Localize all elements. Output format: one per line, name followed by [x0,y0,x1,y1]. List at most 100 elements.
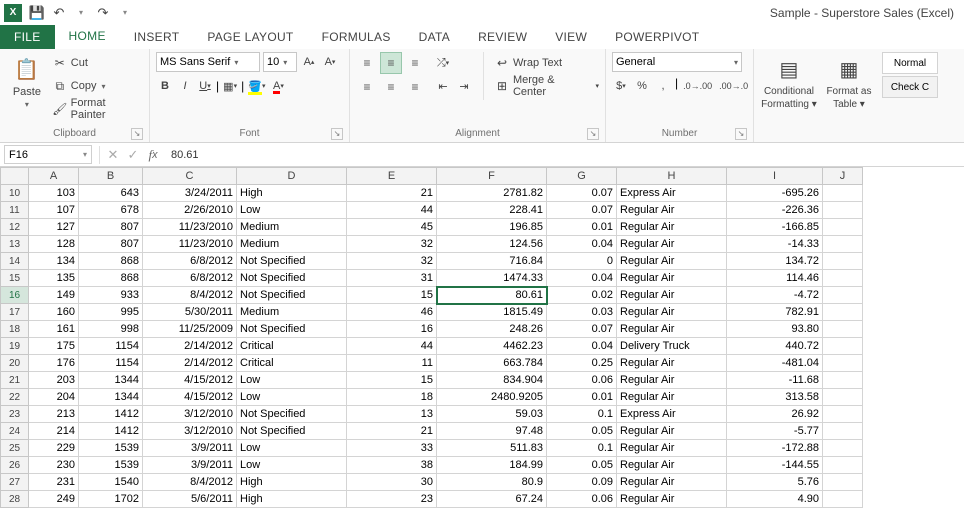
row-header[interactable]: 28 [1,491,29,508]
row-header[interactable]: 21 [1,372,29,389]
cell[interactable]: 0.09 [547,474,617,491]
accounting-format-button[interactable]: $▾ [612,76,630,96]
cell[interactable]: 21 [347,423,437,440]
col-header-i[interactable]: I [727,168,823,185]
cell[interactable]: Medium [237,219,347,236]
cell[interactable]: 11/23/2010 [143,236,237,253]
cell[interactable] [823,185,863,202]
row-header[interactable]: 24 [1,423,29,440]
cell[interactable]: Not Specified [237,287,347,304]
row-header[interactable]: 14 [1,253,29,270]
cell[interactable]: 11 [347,355,437,372]
align-middle-button[interactable]: ≡ [380,52,402,74]
conditional-formatting-button[interactable]: ▤ Conditional Formatting ▾ [760,52,818,110]
cell[interactable]: 176 [29,355,79,372]
cell[interactable]: 128 [29,236,79,253]
row-header[interactable]: 20 [1,355,29,372]
cell[interactable]: Regular Air [617,372,727,389]
cell[interactable]: Regular Air [617,423,727,440]
cell[interactable]: -144.55 [727,457,823,474]
cell[interactable]: 1154 [79,355,143,372]
cell[interactable]: Critical [237,338,347,355]
cell[interactable] [823,236,863,253]
cell[interactable]: Not Specified [237,270,347,287]
cell[interactable]: 13 [347,406,437,423]
cell[interactable]: 33 [347,440,437,457]
cell[interactable]: 1702 [79,491,143,508]
qat-undo-button[interactable]: ↶ [49,3,69,23]
fill-color-button[interactable]: 🪣▾ [246,76,267,96]
cell[interactable]: 0.01 [547,219,617,236]
row-header[interactable]: 22 [1,389,29,406]
cell[interactable]: 80.61 [437,287,547,304]
col-header-a[interactable]: A [29,168,79,185]
cell[interactable] [823,406,863,423]
cell[interactable]: 80.9 [437,474,547,491]
cell[interactable]: 230 [29,457,79,474]
align-right-button[interactable]: ≡ [404,76,426,98]
row-header[interactable]: 12 [1,219,29,236]
cell[interactable]: 995 [79,304,143,321]
cell[interactable]: 782.91 [727,304,823,321]
cell[interactable]: 313.58 [727,389,823,406]
cell[interactable]: 8/4/2012 [143,287,237,304]
style-check-cell[interactable]: Check C [882,76,938,98]
cell[interactable]: Not Specified [237,321,347,338]
cell[interactable]: 160 [29,304,79,321]
cell[interactable]: 44 [347,338,437,355]
cell[interactable]: 97.48 [437,423,547,440]
cell[interactable]: 998 [79,321,143,338]
cell[interactable]: 6/8/2012 [143,253,237,270]
cell[interactable]: 1344 [79,389,143,406]
cell[interactable]: 0.06 [547,372,617,389]
cell[interactable]: 3/12/2010 [143,406,237,423]
cell[interactable]: 30 [347,474,437,491]
cell[interactable]: 18 [347,389,437,406]
bold-button[interactable]: B [156,76,174,96]
cell[interactable]: 11/23/2010 [143,219,237,236]
cell[interactable]: 0.04 [547,236,617,253]
cell[interactable]: High [237,491,347,508]
cell[interactable]: 2781.82 [437,185,547,202]
border-button[interactable]: ▦▾ [221,76,239,96]
style-normal[interactable]: Normal [882,52,938,74]
merge-center-button[interactable]: ⊞Merge & Center▾ [494,75,599,97]
row-header[interactable]: 18 [1,321,29,338]
cell[interactable]: Regular Air [617,236,727,253]
col-header-j[interactable]: J [823,168,863,185]
cell[interactable]: 0.25 [547,355,617,372]
cell[interactable]: 2/14/2012 [143,355,237,372]
row-header[interactable]: 19 [1,338,29,355]
font-size-combo[interactable]: 10▾ [263,52,297,72]
cell[interactable]: Not Specified [237,423,347,440]
cell[interactable]: Regular Air [617,270,727,287]
clipboard-dialog-launcher[interactable]: ↘ [131,128,143,140]
cell[interactable]: 868 [79,253,143,270]
increase-indent-button[interactable]: ⇥ [455,76,473,96]
font-color-button[interactable]: A▾ [269,76,287,96]
cell[interactable]: Low [237,389,347,406]
increase-font-button[interactable]: A▴ [300,52,318,72]
cell[interactable]: Regular Air [617,355,727,372]
cell[interactable]: Regular Air [617,202,727,219]
enter-formula-button[interactable]: ✓ [123,145,143,165]
cell[interactable]: Low [237,372,347,389]
cell[interactable]: 716.84 [437,253,547,270]
cell[interactable] [823,304,863,321]
cell[interactable]: 5.76 [727,474,823,491]
cell[interactable]: 228.41 [437,202,547,219]
cell[interactable]: 3/24/2011 [143,185,237,202]
cell[interactable] [823,219,863,236]
cell[interactable]: 93.80 [727,321,823,338]
qat-save-button[interactable]: 💾 [27,3,47,23]
qat-redo-button[interactable]: ↷ [93,3,113,23]
paste-button[interactable]: 📋 Paste ▾ [6,52,48,109]
cell[interactable]: -4.72 [727,287,823,304]
cell[interactable]: 44 [347,202,437,219]
cell[interactable]: 4462.23 [437,338,547,355]
tab-data[interactable]: DATA [405,25,464,49]
cell[interactable]: 0.04 [547,338,617,355]
row-header[interactable]: 13 [1,236,29,253]
cell[interactable]: 196.85 [437,219,547,236]
align-center-button[interactable]: ≡ [380,76,402,98]
